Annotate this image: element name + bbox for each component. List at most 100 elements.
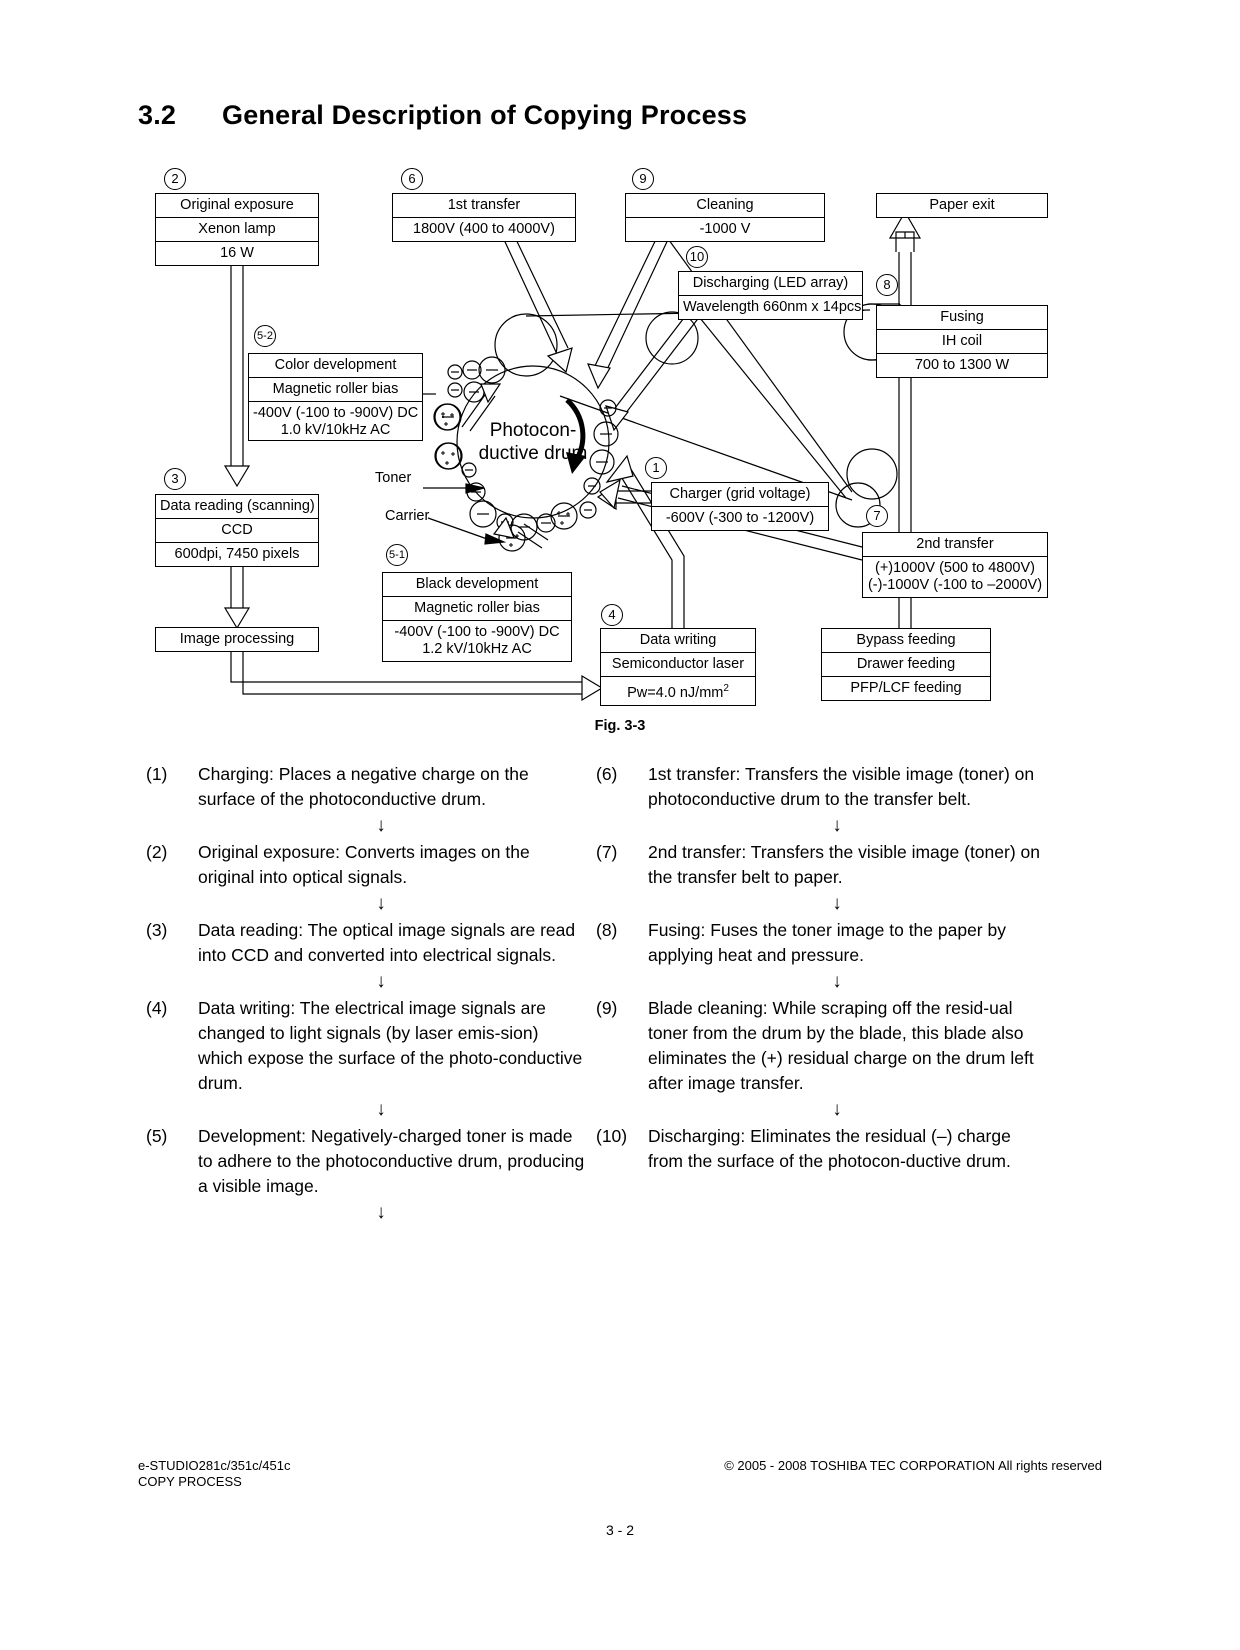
box-image-processing: Image processing bbox=[155, 627, 319, 652]
box-row: IH coil bbox=[877, 330, 1047, 354]
process-step-text: Fusing: Fuses the toner image to the pap… bbox=[648, 920, 1006, 965]
process-step: (7) 2nd transfer: Transfers the visible i… bbox=[596, 840, 1048, 890]
footer-copyright: © 2005 - 2008 TOSHIBA TEC CORPORATION Al… bbox=[724, 1458, 1102, 1473]
step-marker-6: 6 bbox=[401, 168, 423, 190]
box-original-exposure: Original exposure Xenon lamp 16 W bbox=[155, 193, 319, 266]
drum-label-line1: Photocon- bbox=[489, 420, 577, 441]
process-step-index: (8) bbox=[596, 920, 618, 940]
process-step-text: Charging: Places a negative charge on th… bbox=[198, 764, 529, 809]
box-data-reading: Data reading (scanning) CCD 600dpi, 7450… bbox=[155, 494, 319, 567]
box-row: Image processing bbox=[179, 631, 295, 647]
power-value: Pw=4.0 nJ/mm bbox=[627, 684, 724, 701]
process-step-index: (5) bbox=[146, 1126, 168, 1146]
box-row: Xenon lamp bbox=[156, 218, 318, 242]
box-discharging: Discharging (LED array) Wavelength 660nm… bbox=[678, 271, 866, 320]
step-marker-9: 9 bbox=[632, 168, 654, 190]
process-step: (6) 1st transfer: Transfers the visible i… bbox=[596, 762, 1048, 812]
box-row-voltage: -400V (-100 to -900V) DC 1.0 kV/10kHz AC bbox=[249, 402, 422, 440]
process-step-index: (2) bbox=[146, 842, 168, 862]
process-step-index: (6) bbox=[596, 764, 618, 784]
flow-arrow-icon: ↓ bbox=[376, 893, 386, 914]
process-step-text: 1st transfer: Transfers the visible imag… bbox=[648, 764, 1035, 809]
box-row: 16 W bbox=[220, 245, 254, 261]
box-black-development: Black development Magnetic roller bias -… bbox=[382, 572, 572, 662]
step-marker-5-1: 5-1 bbox=[386, 544, 408, 566]
step-marker-2: 2 bbox=[164, 168, 186, 190]
footer-left: e-STUDIO281c/351c/451c COPY PROCESS bbox=[138, 1458, 290, 1490]
box-row: Charger (grid voltage) bbox=[652, 483, 828, 507]
step-marker-4: 4 bbox=[601, 604, 623, 626]
box-row: Bypass feeding bbox=[822, 629, 990, 653]
box-fusing: Fusing IH coil 700 to 1300 W bbox=[876, 305, 1048, 378]
box-row: 1800V (400 to 4000V) bbox=[413, 221, 555, 237]
flow-arrow-icon: ↓ bbox=[376, 1099, 386, 1120]
box-row: -1000 V bbox=[699, 221, 751, 237]
box-second-transfer: 2nd transfer (+)1000V (500 to 4800V) (-)… bbox=[862, 532, 1048, 598]
box-row: Magnetic roller bias bbox=[249, 378, 422, 402]
steps-column-left: (1) Charging: Places a negative charge on… bbox=[146, 762, 586, 1227]
box-row-negative: (-)-1000V (-100 to –2000V) bbox=[867, 577, 1043, 593]
drum-label-line2: ductive drum bbox=[478, 443, 588, 464]
process-step-text: Development: Negatively-charged toner is… bbox=[198, 1126, 585, 1196]
process-step: (4) Data writing: The electrical image si… bbox=[146, 996, 586, 1096]
box-row-positive: (+)1000V (500 to 4800V) bbox=[874, 560, 1035, 576]
step-marker-5-2: 5-2 bbox=[254, 325, 276, 347]
process-step-text: 2nd transfer: Transfers the visible imag… bbox=[648, 842, 1040, 887]
photoconductive-drum-label: Photocon- ductive drum bbox=[468, 419, 598, 465]
box-row: CCD bbox=[156, 519, 318, 543]
page-title-number: 3.2 bbox=[138, 100, 177, 130]
process-step-index: (3) bbox=[146, 920, 168, 940]
box-row: Fusing bbox=[877, 306, 1047, 330]
box-row: Discharging (LED array) bbox=[679, 272, 862, 296]
process-step: (5) Development: Negatively-charged toner… bbox=[146, 1124, 586, 1199]
step-marker-10: 10 bbox=[686, 246, 708, 268]
box-row-power: Pw=4.0 nJ/mm2 bbox=[601, 677, 755, 705]
box-row: Semiconductor laser bbox=[601, 653, 755, 677]
box-row: 600dpi, 7450 pixels bbox=[174, 546, 300, 562]
box-first-transfer: 1st transfer 1800V (400 to 4000V) bbox=[392, 193, 576, 242]
process-step-text: Original exposure: Converts images on th… bbox=[198, 842, 530, 887]
flow-arrow-icon: ↓ bbox=[832, 893, 842, 914]
box-row: PFP/LCF feeding bbox=[850, 680, 962, 696]
box-row: Wavelength 660nm x 14pcs. bbox=[683, 299, 866, 315]
flow-arrow-icon: ↓ bbox=[832, 971, 842, 992]
carrier-label: Carrier bbox=[385, 508, 430, 524]
flow-arrow-icon: ↓ bbox=[376, 1202, 386, 1223]
steps-column-right: (6) 1st transfer: Transfers the visible i… bbox=[596, 762, 1048, 1174]
figure-caption: Fig. 3-3 bbox=[594, 718, 646, 734]
flow-arrow-icon: ↓ bbox=[376, 815, 386, 836]
box-color-development: Color development Magnetic roller bias -… bbox=[248, 353, 423, 441]
process-step-text: Data reading: The optical image signals … bbox=[198, 920, 576, 965]
box-row-dc: -400V (-100 to -900V) DC bbox=[394, 624, 560, 640]
step-marker-1: 1 bbox=[645, 457, 667, 479]
process-step: (8) Fusing: Fuses the toner image to the … bbox=[596, 918, 1048, 968]
box-row-ac: 1.0 kV/10kHz AC bbox=[280, 422, 391, 438]
box-row-ac: 1.2 kV/10kHz AC bbox=[422, 641, 532, 657]
step-marker-8: 8 bbox=[876, 274, 898, 296]
box-row: Black development bbox=[383, 573, 571, 597]
footer-section: COPY PROCESS bbox=[138, 1474, 242, 1489]
process-step: (1) Charging: Places a negative charge on… bbox=[146, 762, 586, 812]
box-row: 1st transfer bbox=[393, 194, 575, 218]
box-row-dc: -400V (-100 to -900V) DC bbox=[253, 405, 419, 421]
box-cleaning: Cleaning -1000 V bbox=[625, 193, 825, 242]
process-step-index: (7) bbox=[596, 842, 618, 862]
process-step: (10) Discharging: Eliminates the residual… bbox=[596, 1124, 1048, 1174]
step-marker-7: 7 bbox=[866, 505, 888, 527]
box-data-writing: Data writing Semiconductor laser Pw=4.0 … bbox=[600, 628, 756, 706]
box-row: 2nd transfer bbox=[863, 533, 1047, 557]
footer-page-number: 3 - 2 bbox=[605, 1522, 634, 1538]
flow-arrow-icon: ↓ bbox=[832, 1099, 842, 1120]
box-row: Drawer feeding bbox=[822, 653, 990, 677]
box-feeding: Bypass feeding Drawer feeding PFP/LCF fe… bbox=[821, 628, 991, 701]
box-charger: Charger (grid voltage) -600V (-300 to -1… bbox=[651, 482, 829, 531]
process-step-index: (9) bbox=[596, 998, 618, 1018]
box-row-voltage: (+)1000V (500 to 4800V) (-)-1000V (-100 … bbox=[863, 557, 1047, 597]
box-row-voltage: -400V (-100 to -900V) DC 1.2 kV/10kHz AC bbox=[383, 621, 571, 661]
box-row: Cleaning bbox=[626, 194, 824, 218]
box-row: Original exposure bbox=[156, 194, 318, 218]
process-step-index: (1) bbox=[146, 764, 168, 784]
process-step-index: (4) bbox=[146, 998, 168, 1018]
box-row: Magnetic roller bias bbox=[383, 597, 571, 621]
power-exponent: 2 bbox=[723, 683, 729, 694]
